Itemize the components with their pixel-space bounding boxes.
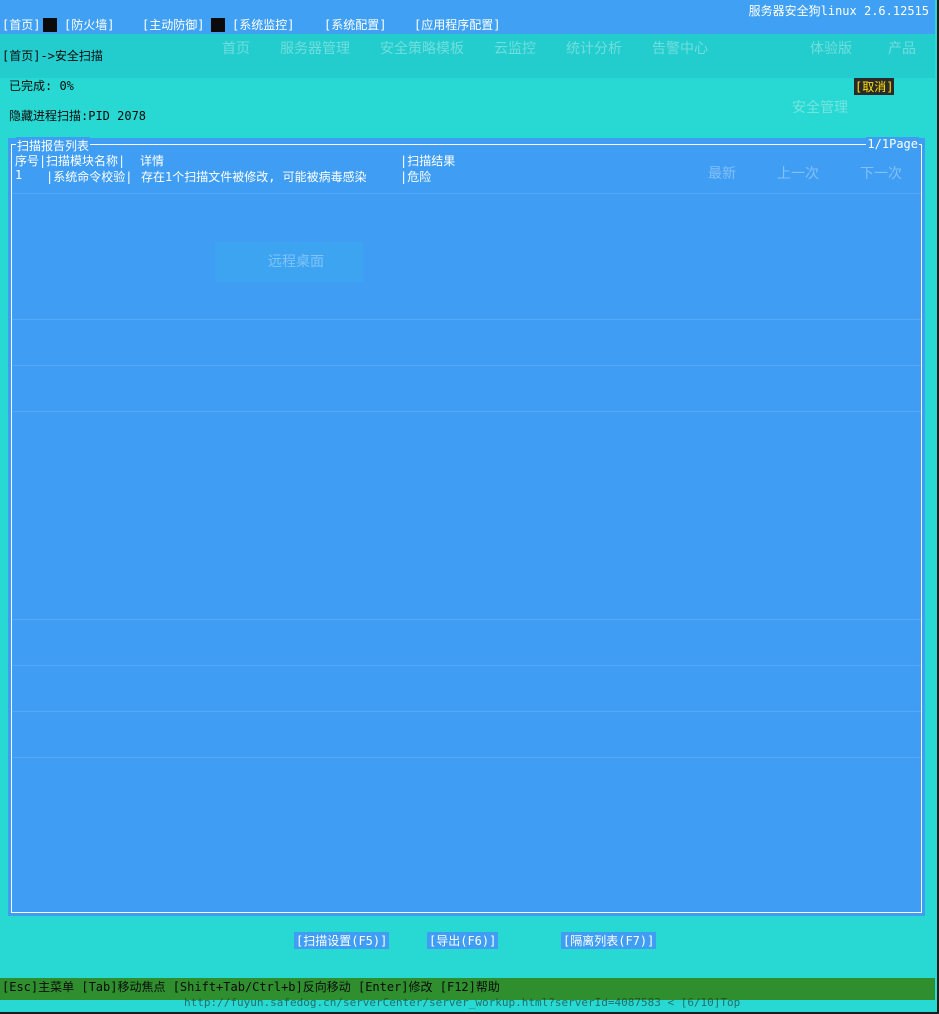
- col-header-module: 扫描模块名称|: [46, 154, 126, 168]
- cell-detail: 存在1个扫描文件被修改, 可能被病毒感染: [141, 170, 367, 184]
- hidden-process-status: 隐藏进程扫描:PID 2078: [9, 109, 147, 123]
- scan-report-frame: 扫描报告列表 1/1Page 序号| 扫描模块名称| 详情 |扫描结果 1 |系…: [11, 137, 922, 913]
- cancel-button[interactable]: [取消]: [854, 78, 895, 95]
- menu-item-active-defense[interactable]: [主动防御]: [142, 16, 204, 33]
- overlay-nav-home: 首页: [222, 40, 250, 56]
- overlay-gridline: [12, 319, 921, 320]
- quarantine-list-button[interactable]: [隔离列表(F7)]: [561, 932, 657, 949]
- scan-settings-button[interactable]: [扫描设置(F5)]: [294, 932, 390, 949]
- menu-bar: [首页] [防火墙] [主动防御] [系统监控] [系统配置] [应用程序配置]…: [0, 0, 935, 34]
- overlay-gridline: [12, 411, 921, 412]
- col-header-no: 序号|: [15, 154, 47, 168]
- overlay-nav-policy: 安全策略模板: [380, 40, 464, 56]
- col-header-result: |扫描结果: [400, 154, 456, 168]
- menu-item-system-monitor[interactable]: [系统监控]: [232, 16, 294, 33]
- overlay-prev: 上一次: [777, 165, 819, 181]
- cursor-block: [43, 18, 57, 32]
- cell-module: |系统命令校验|: [46, 170, 133, 184]
- menu-item-app-config[interactable]: [应用程序配置]: [414, 16, 500, 33]
- overlay-url: http://fuyun.safedog.cn/serverCenter/ser…: [184, 996, 741, 1009]
- menu-item-home[interactable]: [首页]: [2, 16, 40, 33]
- overlay-gridline: [12, 365, 921, 366]
- overlay-nav-trial: 体验版: [810, 40, 852, 56]
- overlay-nav-product: 产品: [888, 40, 916, 56]
- overlay-nav-alerts: 告警中心: [652, 40, 708, 56]
- cursor-block: [211, 18, 225, 32]
- overlay-gridline: [12, 619, 921, 620]
- overlay-nav-cloud: 云监控: [494, 40, 536, 56]
- breadcrumb: [首页]->安全扫描: [2, 49, 103, 63]
- overlay-nav-strip: [0, 34, 935, 78]
- col-header-detail: 详情: [140, 154, 165, 168]
- table-row[interactable]: 1 |系统命令校验| 存在1个扫描文件被修改, 可能被病毒感染 |危险: [15, 168, 475, 184]
- overlay-security-mgmt: 安全管理: [792, 99, 848, 115]
- menu-item-firewall[interactable]: [防火墙]: [64, 16, 114, 33]
- terminal-window: 首页 服务器管理 安全策略模板 云监控 统计分析 告警中心 体验版 产品 安全管…: [0, 0, 939, 1014]
- overlay-gridline: [12, 757, 921, 758]
- overlay-latest: 最新: [708, 165, 736, 181]
- overlay-remote-desktop-label: 远程桌面: [268, 253, 324, 269]
- overlay-nav-server: 服务器管理: [280, 40, 350, 56]
- scan-report-panel: 扫描报告列表 1/1Page 序号| 扫描模块名称| 详情 |扫描结果 1 |系…: [8, 137, 925, 916]
- overlay-gridline: [12, 193, 921, 194]
- overlay-next: 下一次: [860, 165, 902, 181]
- keyboard-help: [Esc]主菜单 [Tab]移动焦点 [Shift+Tab/Ctrl+b]反向移…: [2, 980, 500, 994]
- status-bar: [Esc]主菜单 [Tab]移动焦点 [Shift+Tab/Ctrl+b]反向移…: [0, 978, 935, 1009]
- overlay-gridline: [12, 711, 921, 712]
- overlay-nav-stats: 统计分析: [566, 40, 622, 56]
- page-indicator: 1/1Page: [866, 137, 919, 151]
- export-button[interactable]: [导出(F6)]: [427, 932, 499, 949]
- cell-result: |危险: [400, 170, 432, 184]
- progress-label: 已完成: 0%: [9, 79, 74, 93]
- menu-item-system-config[interactable]: [系统配置]: [324, 16, 386, 33]
- cell-no: 1: [15, 168, 23, 182]
- version-label: 服务器安全狗linux 2.6.12515: [748, 4, 929, 18]
- overlay-gridline: [12, 665, 921, 666]
